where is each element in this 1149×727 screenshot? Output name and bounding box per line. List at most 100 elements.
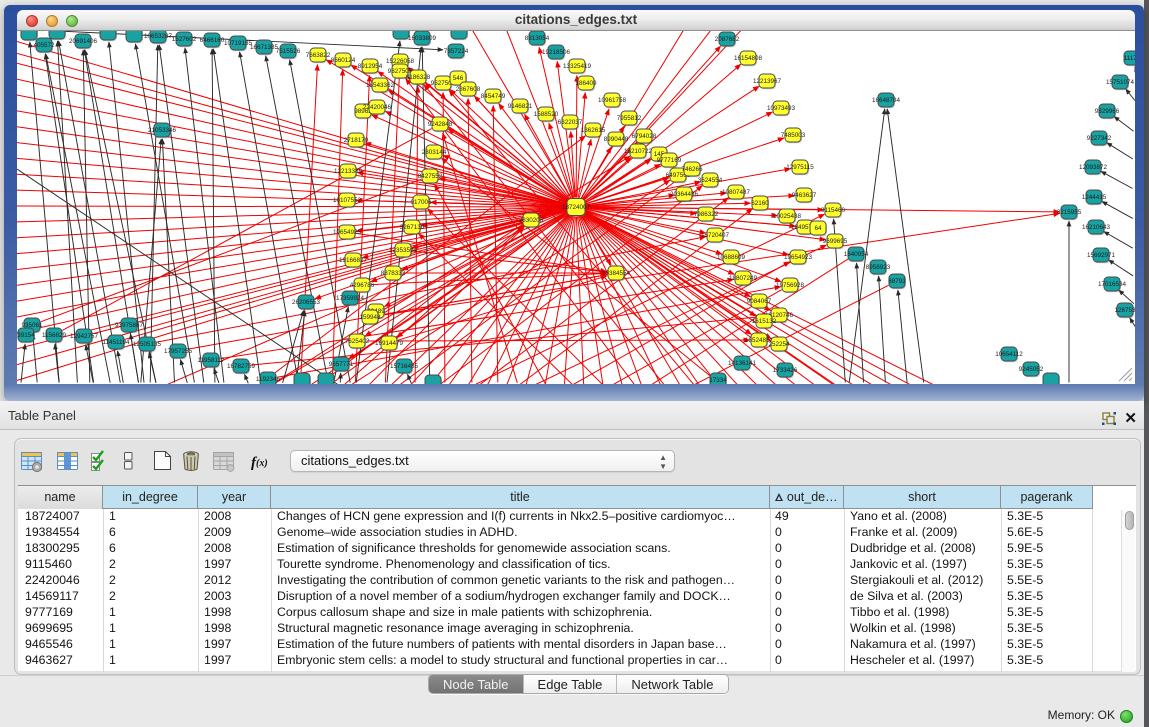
svg-text:(x): (x) (256, 458, 268, 469)
svg-text:746266: 746266 (681, 166, 703, 173)
svg-text:17334: 17334 (709, 377, 727, 384)
svg-text:1156829: 1156829 (42, 332, 67, 339)
svg-text:8912954: 8912954 (358, 63, 383, 70)
svg-text:1527602: 1527602 (172, 36, 197, 43)
svg-text:10961758: 10961758 (598, 97, 627, 104)
svg-text:2830203: 2830203 (519, 217, 544, 224)
svg-text:1192346: 1192346 (256, 376, 281, 383)
svg-text:10719185: 10719185 (224, 40, 253, 47)
svg-text:10025438: 10025438 (773, 213, 802, 220)
svg-text:16543362: 16543362 (366, 82, 395, 89)
svg-text:12213389: 12213389 (334, 168, 363, 175)
svg-text:8958923: 8958923 (866, 264, 891, 271)
svg-text:17359924: 17359924 (336, 295, 365, 302)
svg-text:7955812: 7955812 (617, 115, 642, 122)
svg-text:7663822: 7663822 (306, 52, 331, 59)
svg-text:14136141: 14136141 (728, 360, 757, 367)
svg-text:15692971: 15692971 (1087, 252, 1116, 259)
svg-text:6794028: 6794028 (632, 133, 657, 140)
svg-text:10807487: 10807487 (722, 189, 751, 196)
svg-text:19166827: 19166827 (339, 257, 368, 264)
svg-text:8186328: 8186328 (406, 74, 431, 81)
svg-text:16210643: 16210643 (1082, 224, 1111, 231)
svg-text:10688609: 10688609 (717, 254, 746, 261)
svg-text:13325419: 13325419 (563, 63, 592, 70)
svg-text:68793: 68793 (888, 278, 906, 285)
svg-text:22420046: 22420046 (363, 104, 392, 111)
svg-text:16914479: 16914479 (375, 340, 404, 347)
svg-text:20691406: 20691406 (69, 38, 98, 45)
svg-text:7485003: 7485003 (781, 132, 806, 139)
svg-text:2803144: 2803144 (422, 149, 447, 156)
svg-text:12213967: 12213967 (753, 78, 782, 85)
svg-text:21053346: 21053346 (148, 127, 177, 134)
svg-text:93975867: 93975867 (115, 322, 144, 329)
svg-text:16154808: 16154808 (734, 55, 763, 62)
svg-text:7357224: 7357224 (444, 48, 469, 55)
svg-text:10107552: 10107552 (333, 197, 362, 204)
svg-text:2867608: 2867608 (456, 86, 481, 93)
svg-text:9084067: 9084067 (747, 298, 772, 305)
svg-text:186409: 186409 (575, 80, 597, 87)
svg-text:1615132: 1615132 (752, 318, 777, 325)
svg-text:16782759: 16782759 (227, 363, 256, 370)
svg-text:10653287: 10653287 (144, 33, 173, 40)
svg-text:917006: 917006 (410, 199, 432, 206)
svg-text:19654923: 19654923 (784, 254, 813, 261)
svg-text:6322037: 6322037 (558, 119, 583, 126)
svg-text:11176: 11176 (1124, 55, 1135, 62)
svg-text:18807249: 18807249 (729, 275, 758, 282)
svg-text:11958117: 11958117 (197, 357, 225, 364)
svg-text:19218506: 19218506 (542, 49, 571, 56)
svg-text:20364436: 20364436 (670, 191, 699, 198)
svg-text:8660124: 8660124 (331, 57, 356, 64)
svg-text:1588520: 1588520 (534, 111, 559, 118)
svg-text:2087682: 2087682 (715, 36, 740, 43)
svg-text:19654925: 19654925 (333, 229, 362, 236)
svg-text:1244415: 1244415 (1082, 194, 1107, 201)
svg-text:7515526: 7515526 (276, 48, 301, 55)
svg-text:3267130: 3267130 (400, 224, 425, 231)
svg-text:39154: 39154 (17, 332, 35, 339)
svg-text:9242848: 9242848 (428, 121, 453, 128)
svg-text:8427552: 8427552 (418, 173, 443, 180)
svg-text:10973493: 10973493 (767, 105, 796, 112)
svg-text:9699695: 9699695 (823, 238, 848, 245)
svg-text:8990448: 8990448 (604, 136, 629, 143)
svg-text:9115460: 9115460 (821, 207, 846, 214)
svg-text:26206553: 26206553 (292, 299, 321, 306)
svg-text:3215955: 3215955 (1057, 209, 1082, 216)
svg-text:9329966: 9329966 (1095, 108, 1120, 115)
svg-text:10654112: 10654112 (995, 351, 1023, 358)
svg-text:19384554: 19384554 (602, 270, 631, 277)
svg-text:7986322: 7986322 (694, 211, 719, 218)
svg-text:7625402: 7625402 (345, 338, 370, 345)
svg-text:18724007: 18724007 (562, 204, 591, 211)
svg-text:2718170: 2718170 (344, 137, 369, 144)
svg-text:16210722: 16210722 (624, 148, 653, 155)
svg-text:17016534: 17016534 (1098, 281, 1127, 288)
svg-text:8813054: 8813054 (525, 35, 550, 42)
svg-text:15716485: 15716485 (390, 363, 419, 370)
svg-text:9146821: 9146821 (508, 103, 533, 110)
svg-text:3624554: 3624554 (698, 177, 723, 184)
svg-text:17957255: 17957255 (164, 348, 193, 355)
svg-text:1733426: 1733426 (773, 367, 798, 374)
svg-text:16671385: 16671385 (250, 44, 279, 51)
svg-text:6466160: 6466160 (200, 37, 225, 44)
svg-text:126753: 126753 (1114, 307, 1135, 314)
svg-text:1640954: 1640954 (844, 251, 869, 258)
svg-text:8454749: 8454749 (481, 93, 506, 100)
svg-text:8878332: 8878332 (381, 270, 406, 277)
svg-text:12975115: 12975115 (786, 164, 814, 171)
svg-text:16648784: 16648784 (872, 97, 901, 104)
svg-text:546: 546 (453, 75, 464, 82)
svg-text:9777169: 9777169 (657, 157, 682, 164)
svg-text:64: 64 (814, 225, 822, 232)
svg-text:252254: 252254 (768, 341, 790, 348)
svg-text:159948: 159948 (359, 314, 381, 321)
svg-text:9657771: 9657771 (329, 361, 354, 368)
svg-text:15720407: 15720407 (701, 232, 730, 239)
svg-text:1362615: 1362615 (581, 127, 606, 134)
svg-text:12353594: 12353594 (389, 247, 418, 254)
